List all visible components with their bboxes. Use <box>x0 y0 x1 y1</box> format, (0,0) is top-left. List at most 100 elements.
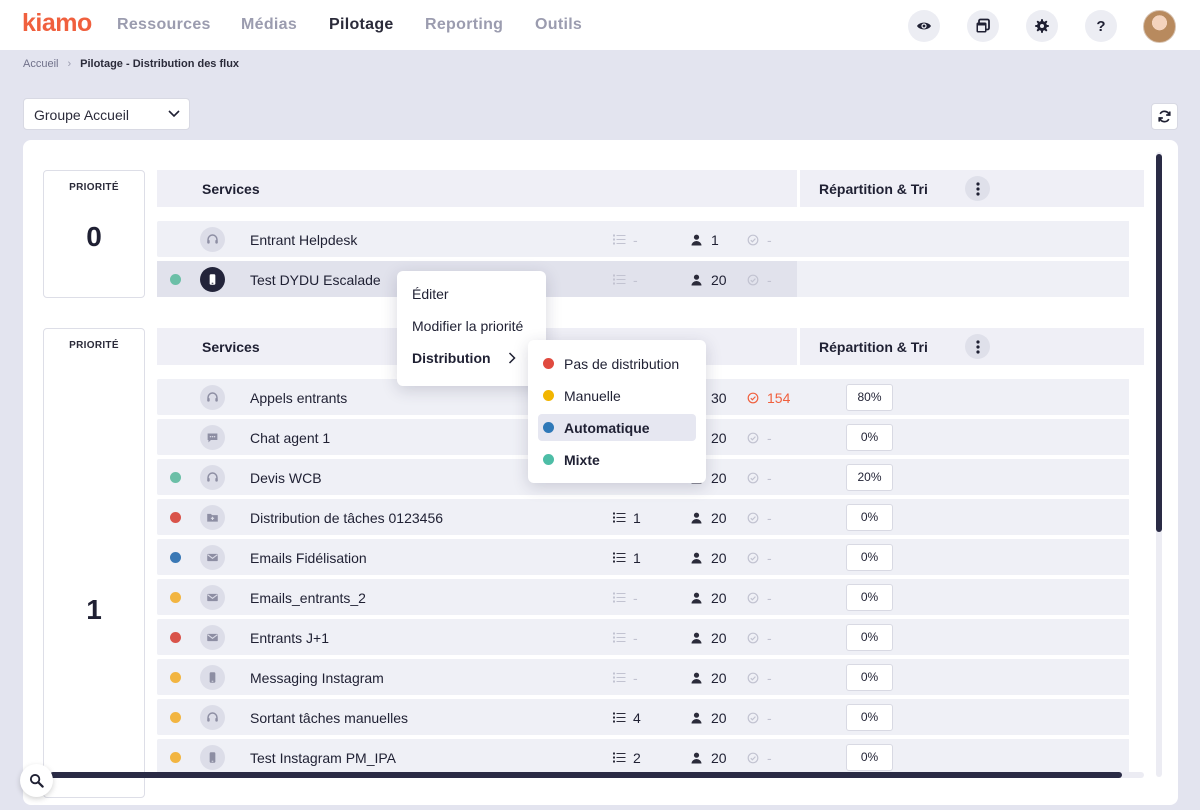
chevron-down-icon <box>168 110 180 118</box>
table-row[interactable]: Emails_entrants_2-20- 0% <box>157 579 1129 615</box>
eye-icon[interactable] <box>908 10 940 42</box>
chat-icon <box>200 425 225 450</box>
distribution-option-label: Automatique <box>564 420 650 436</box>
mail-icon <box>200 545 225 570</box>
service-cell[interactable]: Emails Fidélisation 1 20- <box>157 539 797 575</box>
nav-outils[interactable]: Outils <box>535 16 582 34</box>
percentage-input[interactable]: 80% <box>846 384 893 411</box>
distribution-status-dot <box>170 672 181 683</box>
status-dot-red <box>543 358 554 369</box>
menu-item-distribution[interactable]: Distribution <box>412 350 491 366</box>
headset-icon <box>200 385 225 410</box>
headset-icon <box>200 705 225 730</box>
service-name: Appels entrants <box>250 390 348 406</box>
menu-item-change-priority[interactable]: Modifier la priorité <box>412 318 523 334</box>
service-cell[interactable]: Distribution de tâches 0123456 1 20- <box>157 499 797 535</box>
status-dot-blue <box>543 422 554 433</box>
table-row[interactable]: Test DYDU Escalade -20- <box>157 261 1129 297</box>
service-cell[interactable]: Entrants J+1-20- <box>157 619 797 655</box>
distribution-option-label: Pas de distribution <box>564 356 680 372</box>
service-name: Messaging Instagram <box>250 670 384 686</box>
distribution-option-mixed[interactable]: Mixte <box>538 446 696 473</box>
nav-pilotage[interactable]: Pilotage <box>329 16 394 34</box>
service-cell[interactable]: Sortant tâches manuelles 4 20- <box>157 699 797 735</box>
percentage-input[interactable]: 0% <box>846 744 893 771</box>
nav-ressources[interactable]: Ressources <box>117 16 211 34</box>
refresh-icon <box>1158 110 1171 123</box>
windows-icon[interactable] <box>967 10 999 42</box>
percentage-input[interactable]: 0% <box>846 624 893 651</box>
percentage-input[interactable]: 0% <box>846 424 893 451</box>
kebab-menu-icon[interactable] <box>965 334 990 359</box>
distribution-status-dot <box>170 712 181 723</box>
mail-icon <box>200 625 225 650</box>
service-name: Sortant tâches manuelles <box>250 710 408 726</box>
distribution-status-dot <box>170 472 181 483</box>
services-header-label: Services <box>202 339 260 355</box>
mobile-icon <box>200 745 225 770</box>
mobile-icon <box>200 267 225 292</box>
nav-medias[interactable]: Médias <box>241 16 297 34</box>
distribution-option-none[interactable]: Pas de distribution <box>538 350 696 377</box>
repartition-header: Répartition & Tri <box>800 170 1144 207</box>
distribution-option-label: Manuelle <box>564 388 621 404</box>
service-cell[interactable]: Messaging Instagram -20- <box>157 659 797 695</box>
percentage-input[interactable]: 20% <box>846 464 893 491</box>
menu-item-edit[interactable]: Éditer <box>412 286 449 302</box>
kebab-menu-icon[interactable] <box>965 176 990 201</box>
folder-icon <box>200 505 225 530</box>
table-row[interactable]: Messaging Instagram -20- 0% <box>157 659 1129 695</box>
top-bar: kiamo Ressources Médias Pilotage Reporti… <box>0 0 1200 50</box>
percentage-input[interactable]: 0% <box>846 544 893 571</box>
repartition-header-label: Répartition & Tri <box>819 339 928 355</box>
priority-label: PRIORITÉ <box>69 340 119 351</box>
gear-icon[interactable] <box>1026 10 1058 42</box>
chevron-right-icon <box>508 352 516 364</box>
service-cell[interactable]: Entrant Helpdesk -1- <box>157 221 797 257</box>
help-icon[interactable]: ? <box>1085 10 1117 42</box>
app-logo[interactable]: kiamo <box>22 9 92 38</box>
horizontal-scrollbar-thumb[interactable] <box>50 772 1122 778</box>
repartition-header-label: Répartition & Tri <box>819 181 928 197</box>
repartition-cell: 80% <box>802 379 1129 415</box>
breadcrumb: Accueil › Pilotage - Distribution des flux <box>23 58 239 70</box>
repartition-cell: 0% <box>802 619 1129 655</box>
priority-box-1: PRIORITÉ 1 <box>43 328 145 798</box>
percentage-input[interactable]: 0% <box>846 664 893 691</box>
vertical-scrollbar-thumb[interactable] <box>1156 154 1162 532</box>
table-row[interactable]: Sortant tâches manuelles 4 20- 0% <box>157 699 1129 735</box>
service-name: Emails_entrants_2 <box>250 590 366 606</box>
distribution-status-dot <box>170 274 181 285</box>
nav-reporting[interactable]: Reporting <box>425 16 503 34</box>
service-name: Entrants J+1 <box>250 630 329 646</box>
headset-icon <box>200 227 225 252</box>
refresh-button[interactable] <box>1151 103 1178 130</box>
distribution-option-automatic[interactable]: Automatique <box>538 414 696 441</box>
table-row[interactable]: Distribution de tâches 0123456 1 20- 0% <box>157 499 1129 535</box>
search-button[interactable] <box>20 764 53 797</box>
breadcrumb-current: Pilotage - Distribution des flux <box>80 58 240 70</box>
headset-icon <box>200 465 225 490</box>
table-row[interactable]: Test Instagram PM_IPA 2 20- 0% <box>157 739 1129 775</box>
distribution-status-dot <box>170 552 181 563</box>
distribution-status-dot <box>170 592 181 603</box>
percentage-input[interactable]: 0% <box>846 584 893 611</box>
table-row[interactable]: Entrants J+1-20- 0% <box>157 619 1129 655</box>
service-cell[interactable]: Emails_entrants_2-20- <box>157 579 797 615</box>
avatar[interactable] <box>1143 10 1176 43</box>
breadcrumb-root[interactable]: Accueil <box>23 58 58 70</box>
repartition-cell: 20% <box>802 459 1129 495</box>
repartition-cell: 0% <box>802 579 1129 615</box>
repartition-cell: 0% <box>802 739 1129 775</box>
search-icon <box>29 773 44 788</box>
percentage-input[interactable]: 0% <box>846 704 893 731</box>
service-name: Test Instagram PM_IPA <box>250 750 397 766</box>
table-row[interactable]: Emails Fidélisation 1 20- 0% <box>157 539 1129 575</box>
group-select[interactable]: Groupe Accueil <box>23 98 190 130</box>
table-row[interactable]: Entrant Helpdesk -1- <box>157 221 1129 257</box>
distribution-status-dot <box>170 632 181 643</box>
distribution-submenu: Pas de distribution Manuelle Automatique… <box>528 340 706 483</box>
service-cell[interactable]: Test Instagram PM_IPA 2 20- <box>157 739 797 775</box>
distribution-option-manual[interactable]: Manuelle <box>538 382 696 409</box>
percentage-input[interactable]: 0% <box>846 504 893 531</box>
